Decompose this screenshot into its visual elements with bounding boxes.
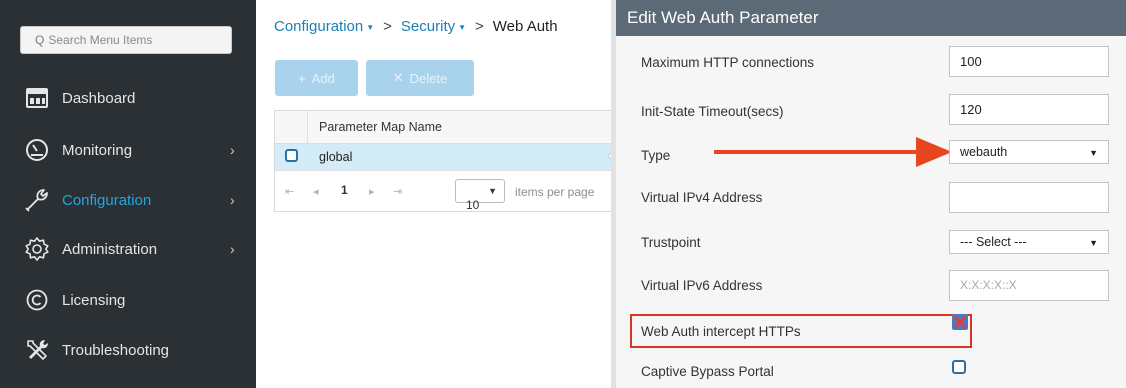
delete-button[interactable]: ✕ Delete	[366, 60, 474, 96]
items-per-page-select[interactable]: 10 ▼	[455, 179, 505, 212]
breadcrumb-configuration[interactable]: Configuration ▼	[274, 18, 374, 35]
sidebar-item-label: Troubleshooting	[62, 341, 170, 359]
caret-down-icon: ▼	[366, 22, 375, 32]
breadcrumb-security[interactable]: Security ▼	[401, 18, 466, 35]
annotation-arrow-icon	[714, 137, 952, 167]
virtual-ipv6-label: Virtual IPv6 Address	[641, 278, 763, 293]
row-checkbox[interactable]	[285, 149, 298, 162]
chevron-right-icon: ›	[230, 192, 235, 208]
delete-button-label: Delete	[409, 70, 448, 86]
search-icon: Q	[35, 33, 45, 47]
sidebar-item-label: Administration	[62, 240, 158, 258]
licensing-copyright-icon	[24, 287, 50, 313]
search-placeholder: Search Menu Items	[48, 33, 153, 47]
row-parameter-map-name[interactable]: global	[319, 150, 352, 164]
pagination: ⇤ ◂ 1 ▸ ⇥ 10 ▼ items per page	[275, 171, 616, 213]
chevron-down-icon: ▼	[1089, 238, 1098, 248]
type-label: Type	[641, 148, 671, 163]
administration-gear-icon	[24, 236, 50, 262]
add-button-label: Add	[311, 70, 335, 86]
virtual-ipv4-input[interactable]	[949, 182, 1109, 213]
type-select[interactable]: webauth ▼	[949, 140, 1109, 164]
web-auth-intercept-https-checkbox[interactable]	[952, 314, 968, 330]
sidebar-item-label: Monitoring	[62, 141, 133, 159]
chevron-down-icon: ▼	[1089, 148, 1098, 158]
max-http-connections-label: Maximum HTTP connections	[641, 55, 815, 70]
sidebar-item-licensing[interactable]: Licensing	[0, 280, 256, 320]
trustpoint-label: Trustpoint	[641, 235, 701, 250]
sidebar: Q Search Menu Items Dashboard Monitoring…	[0, 0, 256, 388]
parameter-map-table: Parameter Map Name global ⇤ ◂ 1 ▸ ⇥ 10 ▼…	[274, 110, 617, 213]
max-http-connections-input[interactable]: 100	[949, 46, 1109, 77]
dashboard-icon	[24, 85, 50, 111]
next-page-icon[interactable]: ▸	[369, 185, 375, 198]
table-row[interactable]: global	[275, 144, 617, 171]
trustpoint-select[interactable]: --- Select --- ▼	[949, 230, 1109, 254]
breadcrumb-separator: >	[475, 18, 484, 35]
breadcrumb-separator: >	[383, 18, 392, 35]
items-per-page-value: 10	[466, 198, 480, 212]
edit-panel-title: Edit Web Auth Parameter	[616, 0, 1126, 36]
type-select-value: webauth	[960, 145, 1008, 159]
items-per-page-label: items per page	[515, 185, 595, 199]
column-header-parameter-map-name[interactable]: Parameter Map Name	[319, 120, 442, 134]
plus-icon: +	[298, 70, 306, 86]
checkbox-checked-icon	[953, 315, 967, 329]
prev-page-icon[interactable]: ◂	[313, 185, 319, 198]
virtual-ipv4-label: Virtual IPv4 Address	[641, 190, 763, 205]
last-page-icon[interactable]: ⇥	[393, 185, 402, 198]
init-state-timeout-input[interactable]: 120	[949, 94, 1109, 125]
troubleshooting-tools-icon	[24, 337, 50, 363]
breadcrumb-current: Web Auth	[492, 18, 558, 35]
sidebar-item-label: Licensing	[62, 291, 126, 309]
sidebar-item-dashboard[interactable]: Dashboard	[0, 78, 256, 118]
configuration-wrench-icon	[24, 187, 50, 213]
close-icon: ✕	[392, 70, 404, 85]
captive-bypass-portal-label: Captive Bypass Portal	[641, 364, 774, 379]
captive-bypass-portal-checkbox[interactable]	[952, 360, 966, 374]
monitoring-gauge-icon	[24, 137, 50, 163]
virtual-ipv6-input[interactable]: X:X:X:X::X	[949, 270, 1109, 301]
sidebar-item-label: Configuration	[62, 191, 152, 209]
search-menu-input[interactable]: Q Search Menu Items	[20, 26, 232, 54]
edit-web-auth-parameter-panel: Edit Web Auth Parameter Maximum HTTP con…	[611, 0, 1126, 388]
sidebar-item-configuration[interactable]: Configuration ›	[0, 180, 256, 220]
chevron-right-icon: ›	[230, 241, 235, 257]
web-auth-intercept-https-label: Web Auth intercept HTTPs	[641, 324, 801, 339]
chevron-right-icon: ›	[230, 142, 235, 158]
column-divider	[307, 111, 308, 143]
add-button[interactable]: + Add	[275, 60, 358, 96]
breadcrumb: Configuration ▼ > Security ▼ > Web Auth	[274, 18, 558, 35]
sidebar-item-monitoring[interactable]: Monitoring ›	[0, 130, 256, 170]
parameter-map-list-panel: Configuration ▼ > Security ▼ > Web Auth + Add ✕…	[256, 0, 617, 388]
table-header: Parameter Map Name	[275, 111, 616, 144]
sidebar-item-troubleshooting[interactable]: Troubleshooting	[0, 330, 256, 370]
caret-down-icon: ▼	[458, 22, 467, 32]
chevron-down-icon: ▼	[488, 186, 497, 196]
sidebar-item-label: Dashboard	[62, 89, 136, 107]
current-page-number[interactable]: 1	[341, 183, 348, 197]
sidebar-item-administration[interactable]: Administration ›	[0, 229, 256, 269]
first-page-icon[interactable]: ⇤	[285, 185, 294, 198]
trustpoint-select-value: --- Select ---	[960, 235, 1027, 249]
init-state-timeout-label: Init-State Timeout(secs)	[641, 104, 784, 119]
